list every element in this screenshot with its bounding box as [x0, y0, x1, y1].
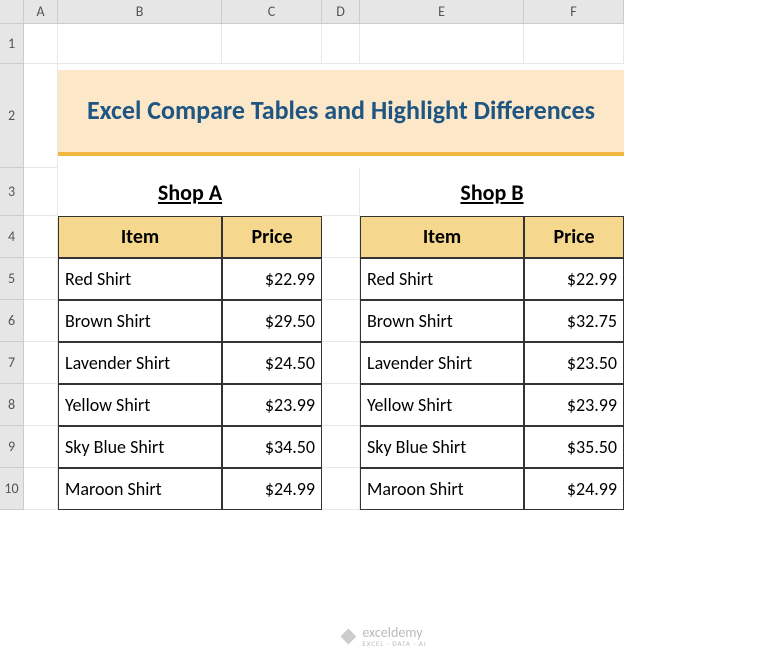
row-header-6[interactable]: 6	[0, 300, 24, 342]
row-header-3[interactable]: 3	[0, 168, 24, 216]
cell-d10[interactable]	[322, 468, 360, 510]
cell-d1[interactable]	[322, 24, 360, 64]
row-header-8[interactable]: 8	[0, 384, 24, 426]
shop-a-price-4[interactable]: $34.50	[222, 426, 322, 468]
shop-b-price-0[interactable]: $22.99	[524, 258, 624, 300]
cell-f1[interactable]	[524, 24, 624, 64]
cell-a8[interactable]	[24, 384, 58, 426]
watermark-name: exceldemy	[362, 626, 426, 640]
col-header-d[interactable]: D	[322, 0, 360, 24]
spreadsheet-grid: A B C D E F 1 2 Excel Compare Tables and…	[0, 0, 767, 510]
cell-a5[interactable]	[24, 258, 58, 300]
shop-a-header-item[interactable]: Item	[58, 216, 222, 258]
shop-b-header-price[interactable]: Price	[524, 216, 624, 258]
shop-b-item-2[interactable]: Lavender Shirt	[360, 342, 524, 384]
shop-b-item-3[interactable]: Yellow Shirt	[360, 384, 524, 426]
shop-a-header-price[interactable]: Price	[222, 216, 322, 258]
watermark-tagline: EXCEL · DATA · AI	[362, 640, 426, 647]
shop-a-price-2[interactable]: $24.50	[222, 342, 322, 384]
shop-b-price-2[interactable]: $23.50	[524, 342, 624, 384]
row-header-1[interactable]: 1	[0, 24, 24, 64]
col-header-c[interactable]: C	[222, 0, 322, 24]
row-header-10[interactable]: 10	[0, 468, 24, 510]
shop-a-item-5[interactable]: Maroon Shirt	[58, 468, 222, 510]
shop-a-label[interactable]: Shop A	[58, 168, 322, 216]
cell-d7[interactable]	[322, 342, 360, 384]
shop-a-price-3[interactable]: $23.99	[222, 384, 322, 426]
shop-a-price-1[interactable]: $29.50	[222, 300, 322, 342]
cell-d8[interactable]	[322, 384, 360, 426]
page-title[interactable]: Excel Compare Tables and Highlight Diffe…	[58, 70, 624, 156]
shop-a-item-1[interactable]: Brown Shirt	[58, 300, 222, 342]
col-header-b[interactable]: B	[58, 0, 222, 24]
watermark-icon	[340, 629, 356, 645]
cell-d6[interactable]	[322, 300, 360, 342]
row-header-7[interactable]: 7	[0, 342, 24, 384]
row-header-5[interactable]: 5	[0, 258, 24, 300]
shop-b-item-5[interactable]: Maroon Shirt	[360, 468, 524, 510]
shop-b-price-4[interactable]: $35.50	[524, 426, 624, 468]
watermark: exceldemy EXCEL · DATA · AI	[340, 626, 426, 647]
shop-a-price-0[interactable]: $22.99	[222, 258, 322, 300]
cell-a2[interactable]	[24, 64, 58, 168]
shop-a-item-3[interactable]: Yellow Shirt	[58, 384, 222, 426]
cell-e1[interactable]	[360, 24, 524, 64]
col-header-a[interactable]: A	[24, 0, 58, 24]
cell-a1[interactable]	[24, 24, 58, 64]
cell-a9[interactable]	[24, 426, 58, 468]
shop-a-item-0[interactable]: Red Shirt	[58, 258, 222, 300]
shop-b-price-1[interactable]: $32.75	[524, 300, 624, 342]
cell-d5[interactable]	[322, 258, 360, 300]
col-header-e[interactable]: E	[360, 0, 524, 24]
cell-a3[interactable]	[24, 168, 58, 216]
shop-a-item-2[interactable]: Lavender Shirt	[58, 342, 222, 384]
cell-c1[interactable]	[222, 24, 322, 64]
cell-d4[interactable]	[322, 216, 360, 258]
cell-b1[interactable]	[58, 24, 222, 64]
row-header-2[interactable]: 2	[0, 64, 24, 168]
cell-a4[interactable]	[24, 216, 58, 258]
shop-b-item-4[interactable]: Sky Blue Shirt	[360, 426, 524, 468]
row-header-4[interactable]: 4	[0, 216, 24, 258]
shop-b-item-0[interactable]: Red Shirt	[360, 258, 524, 300]
shop-b-price-5[interactable]: $24.99	[524, 468, 624, 510]
cell-a10[interactable]	[24, 468, 58, 510]
row-header-9[interactable]: 9	[0, 426, 24, 468]
shop-b-header-item[interactable]: Item	[360, 216, 524, 258]
cell-d9[interactable]	[322, 426, 360, 468]
shop-b-label[interactable]: Shop B	[360, 168, 624, 216]
shop-a-price-5[interactable]: $24.99	[222, 468, 322, 510]
select-all-corner[interactable]	[0, 0, 24, 24]
cell-a6[interactable]	[24, 300, 58, 342]
cell-a7[interactable]	[24, 342, 58, 384]
cell-d3[interactable]	[322, 168, 360, 216]
col-header-f[interactable]: F	[524, 0, 624, 24]
shop-b-item-1[interactable]: Brown Shirt	[360, 300, 524, 342]
shop-a-item-4[interactable]: Sky Blue Shirt	[58, 426, 222, 468]
shop-b-price-3[interactable]: $23.99	[524, 384, 624, 426]
